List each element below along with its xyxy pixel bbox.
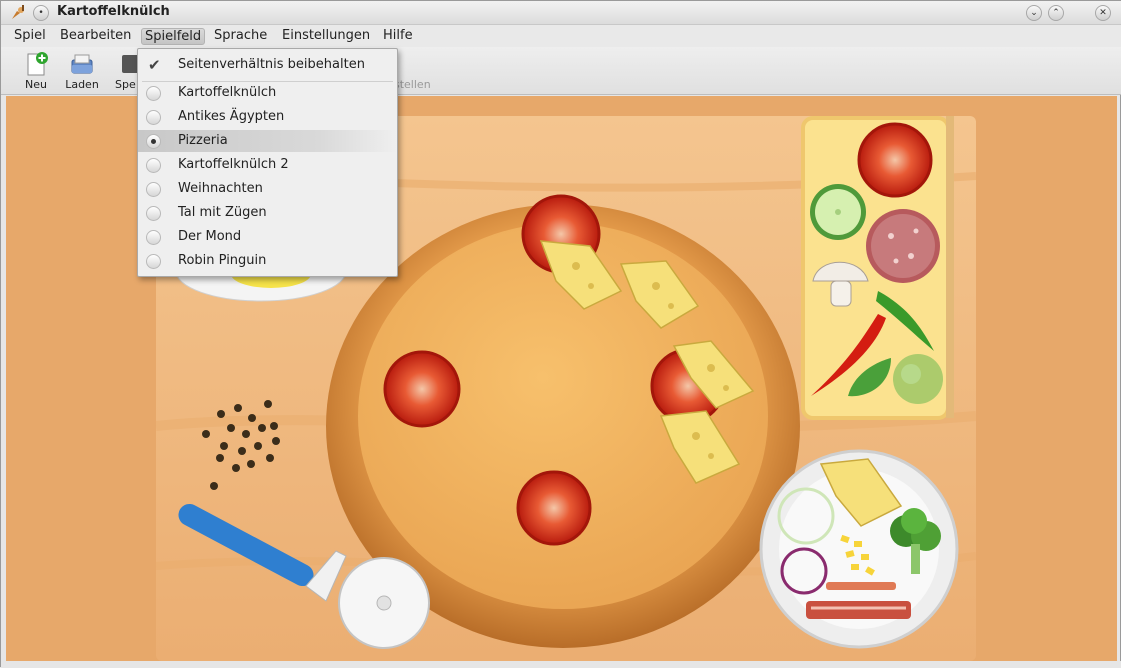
theme-pizzeria[interactable]: Pizzeria xyxy=(138,130,397,152)
theme-kartoffelknuelch-2[interactable]: Kartoffelknülch 2 xyxy=(138,154,397,176)
window-title: Kartoffelknülch xyxy=(57,4,170,19)
menu-item-label: Pizzeria xyxy=(178,133,228,148)
theme-kartoffelknuelch[interactable]: Kartoffelknülch xyxy=(138,82,397,104)
radio-icon xyxy=(146,86,161,101)
spielfeld-dropdown: ✔ Seitenverhältnis beibehalten Kartoffel… xyxy=(137,48,398,277)
menu-label: Spiel xyxy=(14,28,46,43)
new-document-icon xyxy=(27,52,48,76)
menu-label: Einstellungen xyxy=(282,28,371,43)
menu-item-label: Kartoffelknülch 2 xyxy=(178,157,289,172)
menu-label: Spielfeld xyxy=(145,29,202,44)
menu-item-label: Antikes Ägypten xyxy=(178,109,285,124)
menu-bearbeiten[interactable]: Bearbeiten xyxy=(57,28,134,45)
theme-weihnachten[interactable]: Weihnachten xyxy=(138,178,397,200)
menu-einstellungen[interactable]: Einstellungen xyxy=(279,28,373,45)
radio-icon xyxy=(146,254,161,269)
menu-label: Hilfe xyxy=(383,28,413,43)
keep-aspect-ratio-item[interactable]: ✔ Seitenverhältnis beibehalten xyxy=(138,54,397,76)
disabled-toolbar-button[interactable]: stellen xyxy=(394,51,444,93)
tomato-icon[interactable] xyxy=(516,470,592,546)
radio-icon xyxy=(146,158,161,173)
menu-sprache[interactable]: Sprache xyxy=(211,28,270,45)
radio-icon xyxy=(146,206,161,221)
menu-item-label: Tal mit Zügen xyxy=(178,205,267,220)
load-label: Laden xyxy=(65,78,99,91)
new-button[interactable]: Neu xyxy=(14,51,58,93)
menu-label: Sprache xyxy=(214,28,268,43)
menu-bar: Spiel Bearbeiten Spielfeld Sprache Einst… xyxy=(1,25,1121,47)
cucumber-icon[interactable] xyxy=(810,184,866,240)
app-icon xyxy=(12,5,24,19)
new-label: Neu xyxy=(25,78,47,91)
radio-selected-icon xyxy=(146,134,161,149)
theme-antikes-aegypten[interactable]: Antikes Ägypten xyxy=(138,106,397,128)
theme-robin-pinguin[interactable]: Robin Pinguin xyxy=(138,250,397,272)
title-bar: • Kartoffelknülch ⌄ ⌃ ✕ xyxy=(1,1,1121,25)
menu-spielfeld[interactable]: Spielfeld xyxy=(141,28,206,45)
menu-item-label: Seitenverhältnis beibehalten xyxy=(178,57,365,72)
menu-item-label: Kartoffelknülch xyxy=(178,85,277,100)
theme-der-mond[interactable]: Der Mond xyxy=(138,226,397,248)
app-window: • Kartoffelknülch ⌄ ⌃ ✕ Spiel Bearbeiten… xyxy=(0,0,1121,668)
maximize-button[interactable]: ⌃ xyxy=(1048,5,1064,21)
menu-hilfe[interactable]: Hilfe xyxy=(380,28,416,45)
tomato-icon[interactable] xyxy=(383,350,461,428)
menu-item-label: Weihnachten xyxy=(178,181,263,196)
close-button[interactable]: ✕ xyxy=(1095,5,1111,21)
checkmark-icon: ✔ xyxy=(148,56,161,74)
disabled-toolbar-label: stellen xyxy=(394,78,431,91)
herbs-icon[interactable] xyxy=(893,354,943,404)
menu-spiel[interactable]: Spiel xyxy=(11,28,49,45)
radio-icon xyxy=(146,230,161,245)
menu-item-label: Der Mond xyxy=(178,229,242,244)
radio-icon xyxy=(146,110,161,125)
radio-icon xyxy=(146,182,161,197)
load-icon xyxy=(71,54,93,74)
theme-tal-mit-zuegen[interactable]: Tal mit Zügen xyxy=(138,202,397,224)
menu-item-label: Robin Pinguin xyxy=(178,253,267,268)
menu-label: Bearbeiten xyxy=(60,28,132,43)
tomato-icon[interactable] xyxy=(857,122,933,198)
salami-icon[interactable] xyxy=(866,209,940,283)
minimize-button[interactable]: ⌄ xyxy=(1026,5,1042,21)
load-button[interactable]: Laden xyxy=(60,51,104,93)
window-menu-button[interactable]: • xyxy=(33,5,49,21)
